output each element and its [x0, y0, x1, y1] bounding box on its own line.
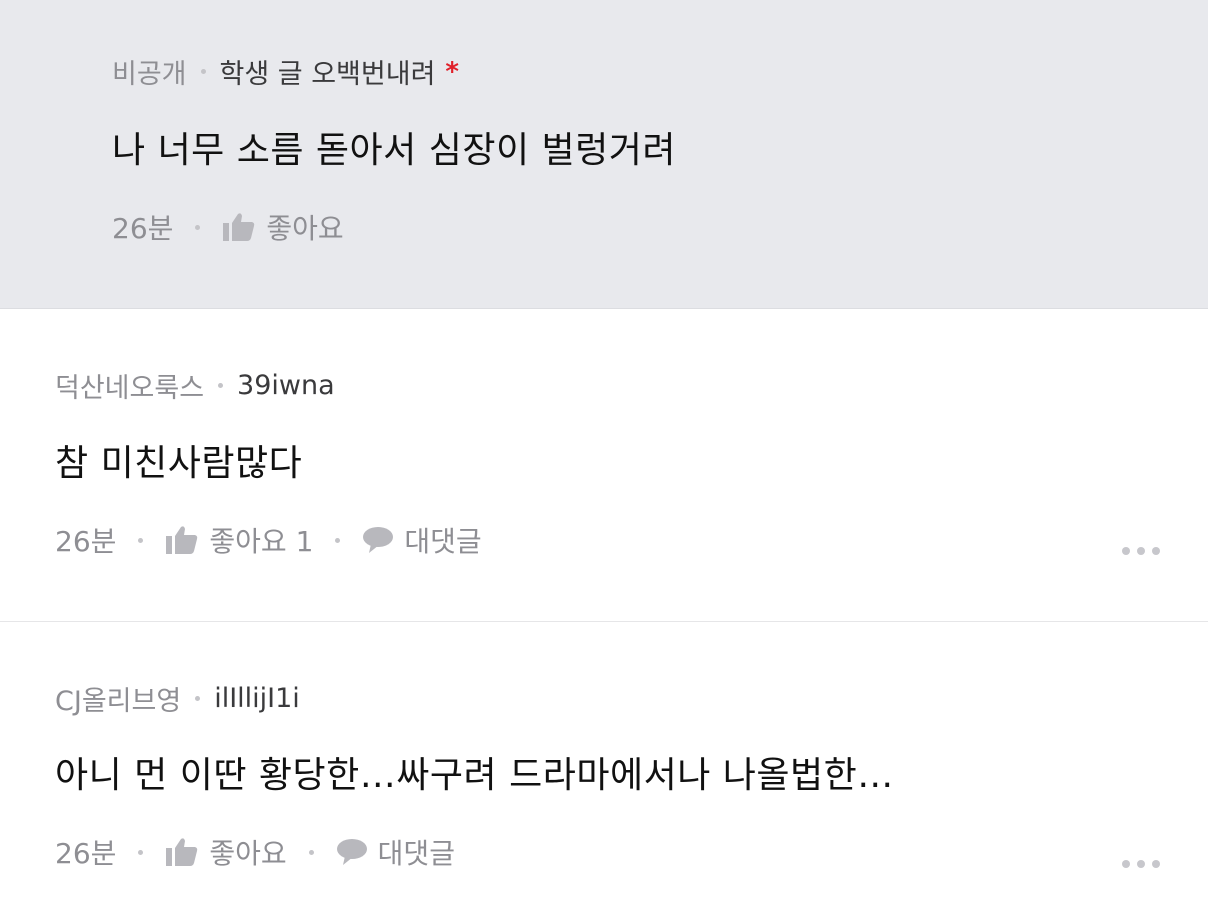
more-options-button[interactable] — [1122, 547, 1160, 555]
separator-dot — [308, 849, 314, 855]
reply-button[interactable]: 대댓글 — [336, 832, 455, 872]
comment-author[interactable]: ilIllijI1i — [214, 683, 300, 714]
thumbs-up-icon — [166, 526, 198, 554]
reply-comment: 비공개 학생 글 오백번내려 * 나 너무 소름 돋아서 심장이 벌렁거려 26… — [0, 0, 1208, 309]
comment-school: 덕산네오룩스 — [55, 373, 205, 404]
reply-time: 26분 — [112, 212, 174, 245]
comment-text: 참 미친사람많다 — [55, 443, 303, 484]
comment-school: CJ올리브영 — [55, 686, 182, 717]
like-button[interactable]: 좋아요 — [165, 832, 287, 872]
comment-meta: CJ올리브영 ilIllijI1i — [55, 679, 300, 718]
comment-actions: 26분 좋아요 대댓글 — [55, 832, 455, 872]
more-options-button[interactable] — [1122, 860, 1160, 868]
like-label: 좋아요 — [266, 212, 344, 245]
separator-dot — [200, 69, 206, 74]
thumbs-up-icon — [166, 838, 198, 866]
comment-author[interactable]: 39iwna — [237, 370, 335, 401]
like-button[interactable]: 좋아요 — [222, 207, 344, 247]
separator-dot — [195, 224, 201, 230]
more-dot — [1152, 547, 1160, 555]
separator-dot — [195, 696, 201, 701]
reply-text: 나 너무 소름 돋아서 심장이 벌렁거려 — [112, 130, 677, 171]
comment-time: 26분 — [55, 525, 117, 558]
reply-author[interactable]: 학생 글 오백번내려 — [220, 52, 436, 91]
comment-meta: 덕산네오룩스 39iwna — [55, 366, 335, 405]
more-dot — [1122, 860, 1130, 868]
separator-dot — [138, 849, 144, 855]
more-dot — [1152, 860, 1160, 868]
more-dot — [1137, 547, 1145, 555]
more-dot — [1122, 547, 1130, 555]
more-dot — [1137, 860, 1145, 868]
comment-text: 아니 먼 이딴 황당한…싸구려 드라마에서나 나올법한… — [55, 755, 894, 796]
reply-button[interactable]: 대댓글 — [362, 520, 482, 560]
reply-school: 비공개 — [112, 59, 187, 90]
comment-item: 덕산네오룩스 39iwna 참 미친사람많다 26분 좋아요 1 대댓글 — [0, 310, 1208, 622]
reply-meta: 비공개 학생 글 오백번내려 * — [112, 52, 459, 91]
author-mark: * — [445, 56, 460, 87]
separator-dot — [218, 383, 224, 388]
like-label: 좋아요 — [209, 837, 287, 870]
speech-bubble-icon — [336, 839, 367, 865]
reply-label: 대댓글 — [404, 525, 482, 558]
reply-actions: 26분 좋아요 — [112, 207, 344, 247]
thumbs-up-icon — [223, 213, 255, 241]
like-button[interactable]: 좋아요 1 — [165, 520, 313, 560]
comment-item: CJ올리브영 ilIllijI1i 아니 먼 이딴 황당한…싸구려 드라마에서나… — [0, 623, 1208, 906]
comment-actions: 26분 좋아요 1 대댓글 — [55, 520, 482, 560]
like-label: 좋아요 1 — [209, 525, 314, 558]
separator-dot — [335, 537, 341, 543]
reply-label: 대댓글 — [377, 837, 455, 870]
comment-time: 26분 — [55, 837, 117, 870]
speech-bubble-icon — [363, 527, 394, 553]
separator-dot — [138, 537, 144, 543]
